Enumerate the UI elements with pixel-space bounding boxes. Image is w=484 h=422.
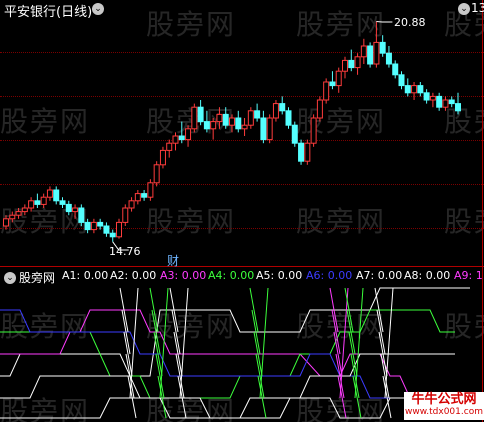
indicator-cross-line	[129, 287, 139, 399]
indicator-line	[0, 397, 455, 419]
indicator-cross-line	[352, 375, 362, 419]
indicator-cross-line	[259, 287, 269, 399]
indicator-cross-line	[339, 287, 349, 399]
indicator-cross-line	[177, 375, 187, 419]
indicator-cross-line	[337, 375, 347, 419]
indicator-chart	[0, 287, 470, 419]
indicator-cross-line	[249, 287, 259, 333]
site-badge-title: 牛牛公式网	[411, 392, 477, 407]
indicator-cross-line	[127, 375, 137, 419]
indicator-cross-line	[149, 287, 159, 333]
indicator-cross-line	[171, 309, 181, 355]
indicator-cross-line	[354, 287, 364, 399]
indicator-cross-line	[123, 331, 133, 377]
indicator-cross-line	[159, 287, 169, 399]
indicator-cross-line	[179, 287, 189, 399]
indicator-cross-line	[376, 309, 386, 355]
indicator-cross-line	[257, 375, 267, 419]
stock-chart-window: { "main_panel": { "title": "平安银行(日线)", "…	[0, 0, 484, 422]
site-badge-url: www.tdx001.com	[405, 407, 483, 417]
site-badge[interactable]: 牛牛公式网 www.tdx001.com	[404, 392, 484, 420]
indicator-cross-line	[333, 331, 343, 377]
indicator-cross-line	[157, 375, 167, 419]
indicator-cross-line	[382, 375, 392, 419]
indicator-cross-line	[384, 287, 394, 399]
